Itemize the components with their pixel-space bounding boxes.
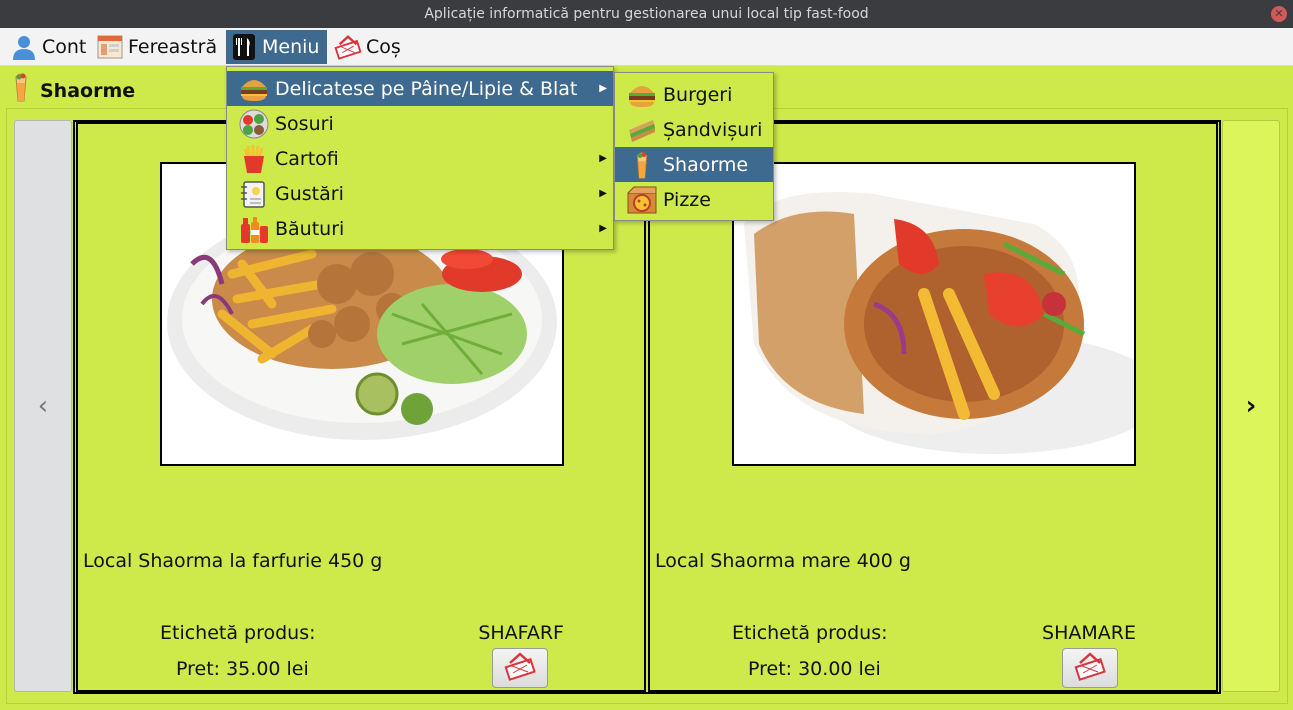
basket-icon	[1073, 651, 1107, 685]
chevron-left-icon: ‹	[37, 391, 49, 421]
page-title: Shaorme	[40, 80, 136, 102]
add-to-cart-button[interactable]	[492, 648, 548, 688]
delicatese-submenu: Burgeri Șandvișuri Shaorme Pizze	[614, 72, 774, 221]
submenu-arrow-icon: ▶	[599, 188, 607, 199]
burger-icon	[237, 72, 271, 106]
menu-bar: Cont Fereastră Meniu Coș	[0, 28, 1293, 66]
basket-icon	[503, 651, 537, 685]
submenu-item-pizze[interactable]: Pizze	[615, 182, 773, 217]
product-name: Local Shaorma mare 400 g	[655, 550, 911, 572]
add-to-cart-button[interactable]	[1062, 648, 1118, 688]
product-name: Local Shaorma la farfurie 450 g	[83, 550, 383, 572]
product-tag-label: Etichetă produs:	[160, 622, 316, 644]
product-price: Pret: 35.00 lei	[176, 658, 309, 680]
drinks-icon	[237, 212, 271, 246]
pizza-icon	[625, 183, 659, 217]
product-tag: SHAMARE	[1042, 622, 1136, 644]
menu-item-bauturi[interactable]: Băuturi ▶	[227, 211, 613, 246]
next-page-button[interactable]: ›	[1222, 120, 1280, 692]
menu-item-delicatese[interactable]: Delicatese pe Pâine/Lipie & Blat ▶	[227, 71, 613, 106]
sandwich-icon	[625, 113, 659, 147]
product-price: Pret: 30.00 lei	[748, 658, 881, 680]
menu-fereastra[interactable]: Fereastră	[92, 30, 221, 64]
chevron-right-icon: ›	[1245, 391, 1257, 421]
cutlery-icon	[230, 33, 258, 61]
product-tag: SHAFARF	[478, 622, 564, 644]
snacks-icon	[237, 177, 271, 211]
burger-icon	[625, 78, 659, 112]
submenu-item-sandvisuri[interactable]: Șandvișuri	[615, 112, 773, 147]
menu-cos[interactable]: Coș	[330, 30, 405, 64]
submenu-item-shaorme[interactable]: Shaorme	[615, 147, 773, 182]
shawarma-icon	[10, 71, 32, 107]
menu-cont[interactable]: Cont	[6, 30, 90, 64]
menu-item-sosuri[interactable]: Sosuri	[227, 106, 613, 141]
shawarma-icon	[625, 148, 659, 182]
submenu-arrow-icon: ▶	[599, 223, 607, 234]
previous-page-button[interactable]: ‹	[14, 120, 72, 692]
menu-item-gustari[interactable]: Gustări ▶	[227, 176, 613, 211]
window-icon	[96, 33, 124, 61]
meniu-dropdown: Delicatese pe Pâine/Lipie & Blat ▶ Sosur…	[226, 66, 614, 250]
window-title: Aplicație informatică pentru gestionarea…	[424, 6, 869, 22]
fries-icon	[237, 142, 271, 176]
submenu-item-burgeri[interactable]: Burgeri	[615, 77, 773, 112]
basket-icon	[334, 33, 362, 61]
submenu-arrow-icon: ▶	[599, 153, 607, 164]
menu-meniu[interactable]: Meniu	[226, 30, 327, 64]
product-tag-label: Etichetă produs:	[732, 622, 888, 644]
submenu-arrow-icon: ▶	[599, 83, 607, 94]
user-icon	[10, 33, 38, 61]
menu-item-cartofi[interactable]: Cartofi ▶	[227, 141, 613, 176]
sauces-icon	[237, 107, 271, 141]
close-window-button[interactable]: ✕	[1271, 6, 1287, 22]
title-bar: Aplicație informatică pentru gestionarea…	[0, 0, 1293, 28]
product-image-large-shawarma	[732, 162, 1136, 466]
